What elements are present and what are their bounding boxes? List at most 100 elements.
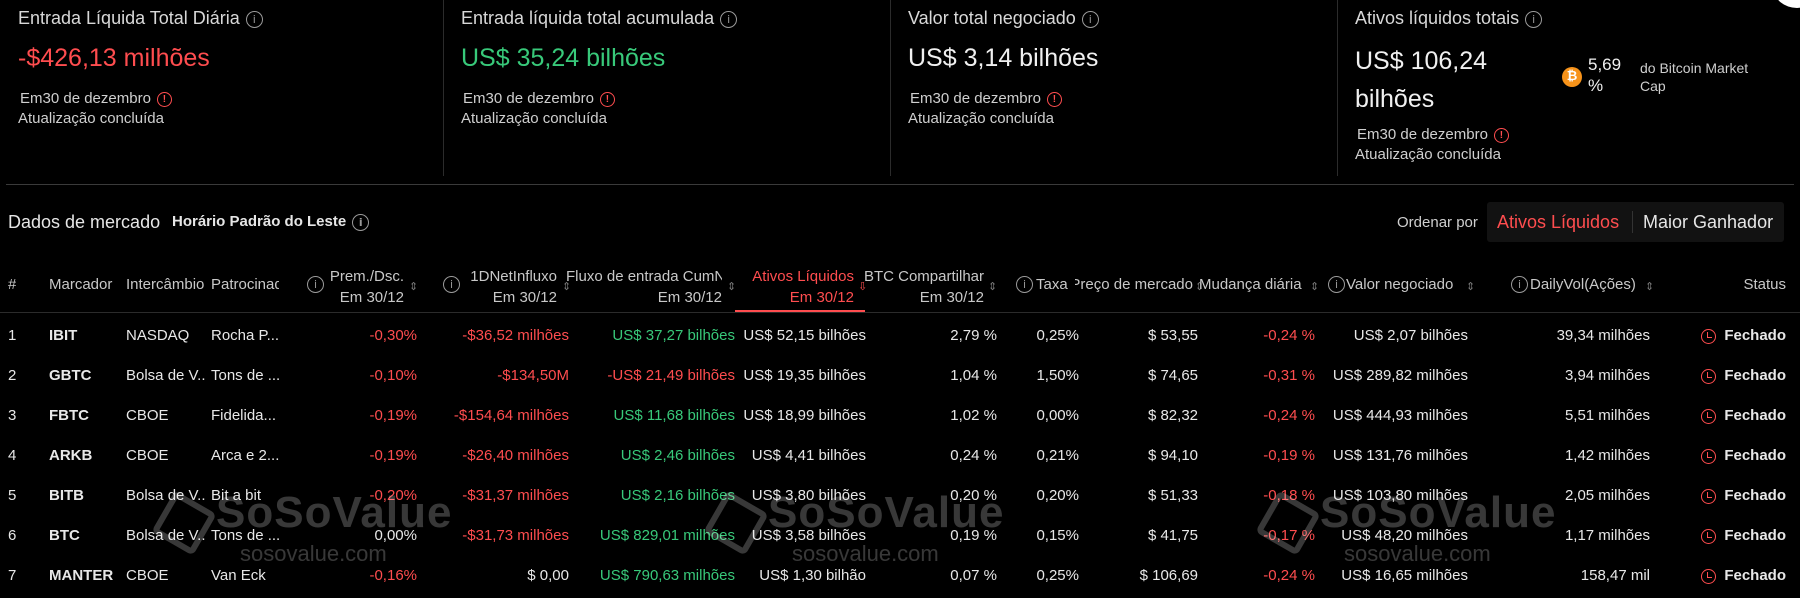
market-toolbar: Dados de mercado Horário Padrão do Leste… (0, 200, 1800, 244)
btc-share-pct: 5,69 % (1588, 55, 1622, 95)
cell-ticker[interactable]: GBTC (49, 356, 121, 396)
col-ticker[interactable]: Marcador (49, 276, 119, 293)
stats-panel: Entrada Líquida Total Diária i -$426,13 m… (0, 0, 1800, 184)
info-icon[interactable]: i (307, 276, 324, 293)
clock-icon (1701, 368, 1717, 384)
cell-vol: 5,51 milhões (1564, 407, 1650, 424)
col-market-price[interactable]: Preço de mercado (1075, 276, 1193, 293)
cell-share: 0,20 % (950, 487, 997, 504)
cell-ticker[interactable]: BITB (49, 476, 121, 516)
table-row[interactable]: 1 IBIT NASDAQ Rocha P... -0,30% -$36,52 milhõ… (0, 316, 1800, 356)
cell-change: -0,24 % (1263, 327, 1315, 344)
cell-premium: 0,00% (374, 527, 417, 544)
table-row[interactable]: 5 BITB Bolsa de V... Bit a bit -0,20% -$31,37… (0, 476, 1800, 516)
sort-top-gainer-button[interactable]: Maior Ganhador (1643, 212, 1773, 233)
cell-fee: 0,15% (1036, 527, 1079, 544)
cell-ticker[interactable]: FBTC (49, 396, 121, 436)
stat-title: Entrada Líquida Total Diária (18, 8, 240, 28)
cell-traded: US$ 103,80 milhões (1332, 487, 1468, 504)
col-btc-share[interactable]: BTC Compartilhar Em 30/12 (862, 266, 984, 308)
info-icon[interactable]: i (1525, 10, 1543, 28)
table-row[interactable]: 6 BTC Bolsa de V... Tons de ... 0,00% -$31,73… (0, 516, 1800, 556)
cell-assets: US$ 1,30 bilhão (759, 567, 866, 584)
info-icon[interactable]: i (1511, 276, 1528, 293)
col-net-assets[interactable]: Ativos Líquidos Em 30/12 (738, 266, 854, 308)
sort-icon[interactable]: ⇕ (727, 280, 736, 293)
sort-icon[interactable]: ⇕ (1645, 280, 1654, 293)
sort-icon[interactable]: ⇕ (409, 280, 418, 293)
clock-icon (1701, 568, 1717, 584)
table-row[interactable]: 3 FBTC CBOE Fidelida... -0,19% -$154,64 milhõ… (0, 396, 1800, 436)
info-icon[interactable]: i (1081, 10, 1099, 28)
info-icon[interactable]: i (1016, 276, 1033, 293)
col-daily-change[interactable]: Mudança diária (1199, 276, 1307, 293)
info-icon[interactable]: i (1328, 276, 1345, 293)
stat-date: Em30 de dezembro (910, 90, 1041, 107)
col-daily-inflow[interactable]: 1DNetInfluxo Em 30/12 (461, 266, 557, 308)
col-daily-volume[interactable]: DailyVol(Ações) (1530, 276, 1648, 293)
cell-status: Fechado (1700, 356, 1786, 396)
cell-premium: -0,19% (369, 447, 417, 464)
divider (1632, 211, 1633, 233)
info-icon[interactable]: i (720, 10, 738, 28)
sort-icon[interactable]: ⇕ (1310, 280, 1319, 293)
sort-net-assets-button[interactable]: Ativos Líquidos (1497, 212, 1619, 233)
cell-ticker[interactable]: MANTER (49, 556, 121, 596)
cell-ticker[interactable]: ARKB (49, 436, 121, 476)
alert-icon[interactable]: ! (599, 91, 615, 107)
stat-date: Em30 de dezembro (1357, 126, 1488, 143)
sort-icon[interactable]: ⇕ (988, 280, 997, 293)
cell-exchange: Bolsa de V... (126, 487, 206, 504)
stat-status: Atualização concluída (1355, 146, 1501, 163)
cell-assets: US$ 3,80 bilhões (751, 487, 866, 504)
stat-status: Atualização concluída (18, 110, 164, 127)
cell-change: -0,31 % (1263, 367, 1315, 384)
cell-fee: 0,21% (1036, 447, 1079, 464)
cell-exchange: CBOE (126, 407, 169, 424)
cell-price: $ 51,33 (1147, 487, 1198, 504)
cell-idx: 5 (8, 487, 17, 504)
sort-icon[interactable]: ⇕ (1466, 280, 1475, 293)
info-icon[interactable]: i (443, 276, 460, 293)
timezone-label[interactable]: Horário Padrão do Leste (172, 213, 346, 230)
stat-status: Atualização concluída (461, 110, 607, 127)
col-cumulative-inflow[interactable]: Fluxo de entrada CumNet Em 30/12 (566, 266, 722, 308)
cell-idx: 6 (8, 527, 17, 544)
cell-traded: US$ 16,65 milhões (1341, 567, 1468, 584)
col-traded-value[interactable]: Valor negociado (1346, 276, 1464, 293)
cell-traded: US$ 48,20 milhões (1341, 527, 1468, 544)
col-sponsor[interactable]: Patrocinador (211, 276, 279, 293)
cell-idx: 3 (8, 407, 17, 424)
clock-icon (1701, 528, 1717, 544)
col-exchange[interactable]: Intercâmbio (126, 276, 206, 293)
cell-ticker[interactable]: IBIT (49, 316, 121, 356)
table-row[interactable]: 7 MANTER CBOE Van Eck -0,16% $ 0,00 US$ 790,63… (0, 556, 1800, 596)
col-fee[interactable]: Taxa (1036, 276, 1076, 293)
clock-icon (1701, 408, 1717, 424)
alert-icon[interactable]: ! (1493, 127, 1509, 143)
table-row[interactable]: 4 ARKB CBOE Arca e 2... -0,19% -$26,40 milhõe… (0, 436, 1800, 476)
stat-date: Em30 de dezembro (20, 90, 151, 107)
cell-share: 0,24 % (950, 447, 997, 464)
cell-sponsor: Rocha P... (211, 327, 279, 344)
cell-status: Fechado (1700, 556, 1786, 596)
cell-status: Fechado (1700, 316, 1786, 356)
alert-icon[interactable]: ! (156, 91, 172, 107)
cell-share: 0,19 % (950, 527, 997, 544)
stat-title: Ativos líquidos totais (1355, 8, 1520, 28)
cell-ticker[interactable]: BTC (49, 516, 121, 556)
cell-daily: -$36,52 milhões (462, 327, 569, 344)
stat-status: Atualização concluída (908, 110, 1054, 127)
table-row[interactable]: 2 GBTC Bolsa de V... Tons de ... -0,10% -$134… (0, 356, 1800, 396)
info-icon[interactable]: i (352, 213, 370, 231)
status-text: Fechado (1724, 407, 1786, 424)
alert-icon[interactable]: ! (1046, 91, 1062, 107)
col-premium[interactable]: Prem./Dsc. Em 30/12 (324, 266, 404, 308)
info-icon[interactable]: i (245, 10, 263, 28)
cell-price: $ 106,69 (1139, 567, 1198, 584)
cell-idx: 4 (8, 447, 17, 464)
cell-exchange: NASDAQ (126, 327, 190, 344)
cell-share: 0,07 % (950, 567, 997, 584)
cell-cum: US$ 790,63 milhões (599, 567, 735, 584)
table-header: # Marcador Intercâmbio Patrocinador i Pr… (0, 258, 1800, 313)
